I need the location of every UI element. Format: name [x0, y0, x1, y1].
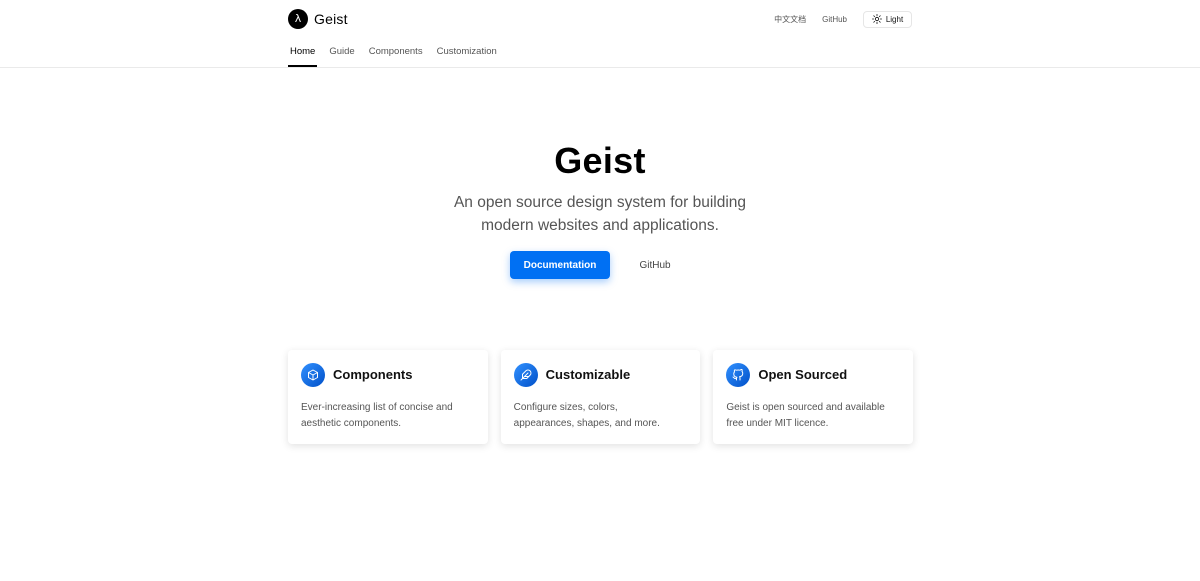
tab-guide[interactable]: Guide	[327, 46, 356, 68]
tab-components[interactable]: Components	[367, 46, 425, 68]
github-button[interactable]: GitHub	[620, 251, 690, 279]
hero-subtitle-line-2: modern websites and applications.	[481, 217, 719, 234]
feature-cards: Components Ever-increasing list of conci…	[288, 350, 914, 444]
chinese-docs-link[interactable]: 中文文档	[774, 14, 806, 25]
feature-card-customizable[interactable]: Customizable Configure sizes, colors, ap…	[500, 350, 701, 444]
card-title: Customizable	[545, 367, 631, 382]
hero-subtitle: An open source design system for buildin…	[0, 191, 1200, 237]
card-description-line: appearances, shapes, and more.	[513, 418, 660, 429]
theme-label: Light	[885, 14, 904, 24]
nav-tabs: Home Guide Components Customization	[288, 46, 509, 68]
card-description-line: Geist is open sourced and available	[726, 402, 885, 413]
sun-icon	[871, 14, 882, 24]
card-header: Open Sourced	[726, 362, 900, 387]
card-description-line: aesthetic components.	[301, 418, 402, 429]
hero-actions: Documentation GitHub	[0, 251, 1200, 279]
site-header: λ Geist 中文文档 GitHub Light Home Guide Com…	[0, 0, 1200, 68]
hero-subtitle-line-1: An open source design system for buildin…	[453, 194, 747, 211]
header-controls: 中文文档 GitHub Light	[774, 10, 912, 28]
feather-icon	[513, 362, 538, 387]
documentation-button[interactable]: Documentation	[510, 251, 610, 279]
card-title: Open Sourced	[758, 367, 848, 382]
card-description: Configure sizes, colors, appearances, sh…	[514, 400, 688, 432]
github-link[interactable]: GitHub	[822, 15, 847, 24]
brand-name: Geist	[314, 10, 348, 27]
card-header: Customizable	[513, 362, 688, 387]
card-description: Geist is open sourced and available free…	[726, 400, 900, 432]
card-header: Components	[301, 362, 475, 387]
card-description-line: Ever-increasing list of concise and	[301, 402, 453, 413]
feature-card-open-sourced[interactable]: Open Sourced Geist is open sourced and a…	[713, 350, 914, 444]
hero-title: Geist	[554, 140, 646, 181]
card-title: Components	[333, 367, 413, 382]
brand-link[interactable]: λ Geist	[288, 8, 348, 29]
theme-select[interactable]: Light	[863, 10, 912, 28]
tab-customization[interactable]: Customization	[435, 46, 499, 68]
package-icon	[301, 362, 325, 387]
card-description-line: Configure sizes, colors,	[513, 402, 618, 413]
feature-card-components[interactable]: Components Ever-increasing list of conci…	[288, 350, 488, 444]
lambda-logo-icon: λ	[288, 8, 308, 29]
card-description-line: free under MIT licence.	[726, 418, 829, 429]
github-icon	[726, 362, 751, 387]
card-description: Ever-increasing list of concise and aest…	[301, 400, 475, 432]
tab-home[interactable]: Home	[288, 46, 318, 68]
